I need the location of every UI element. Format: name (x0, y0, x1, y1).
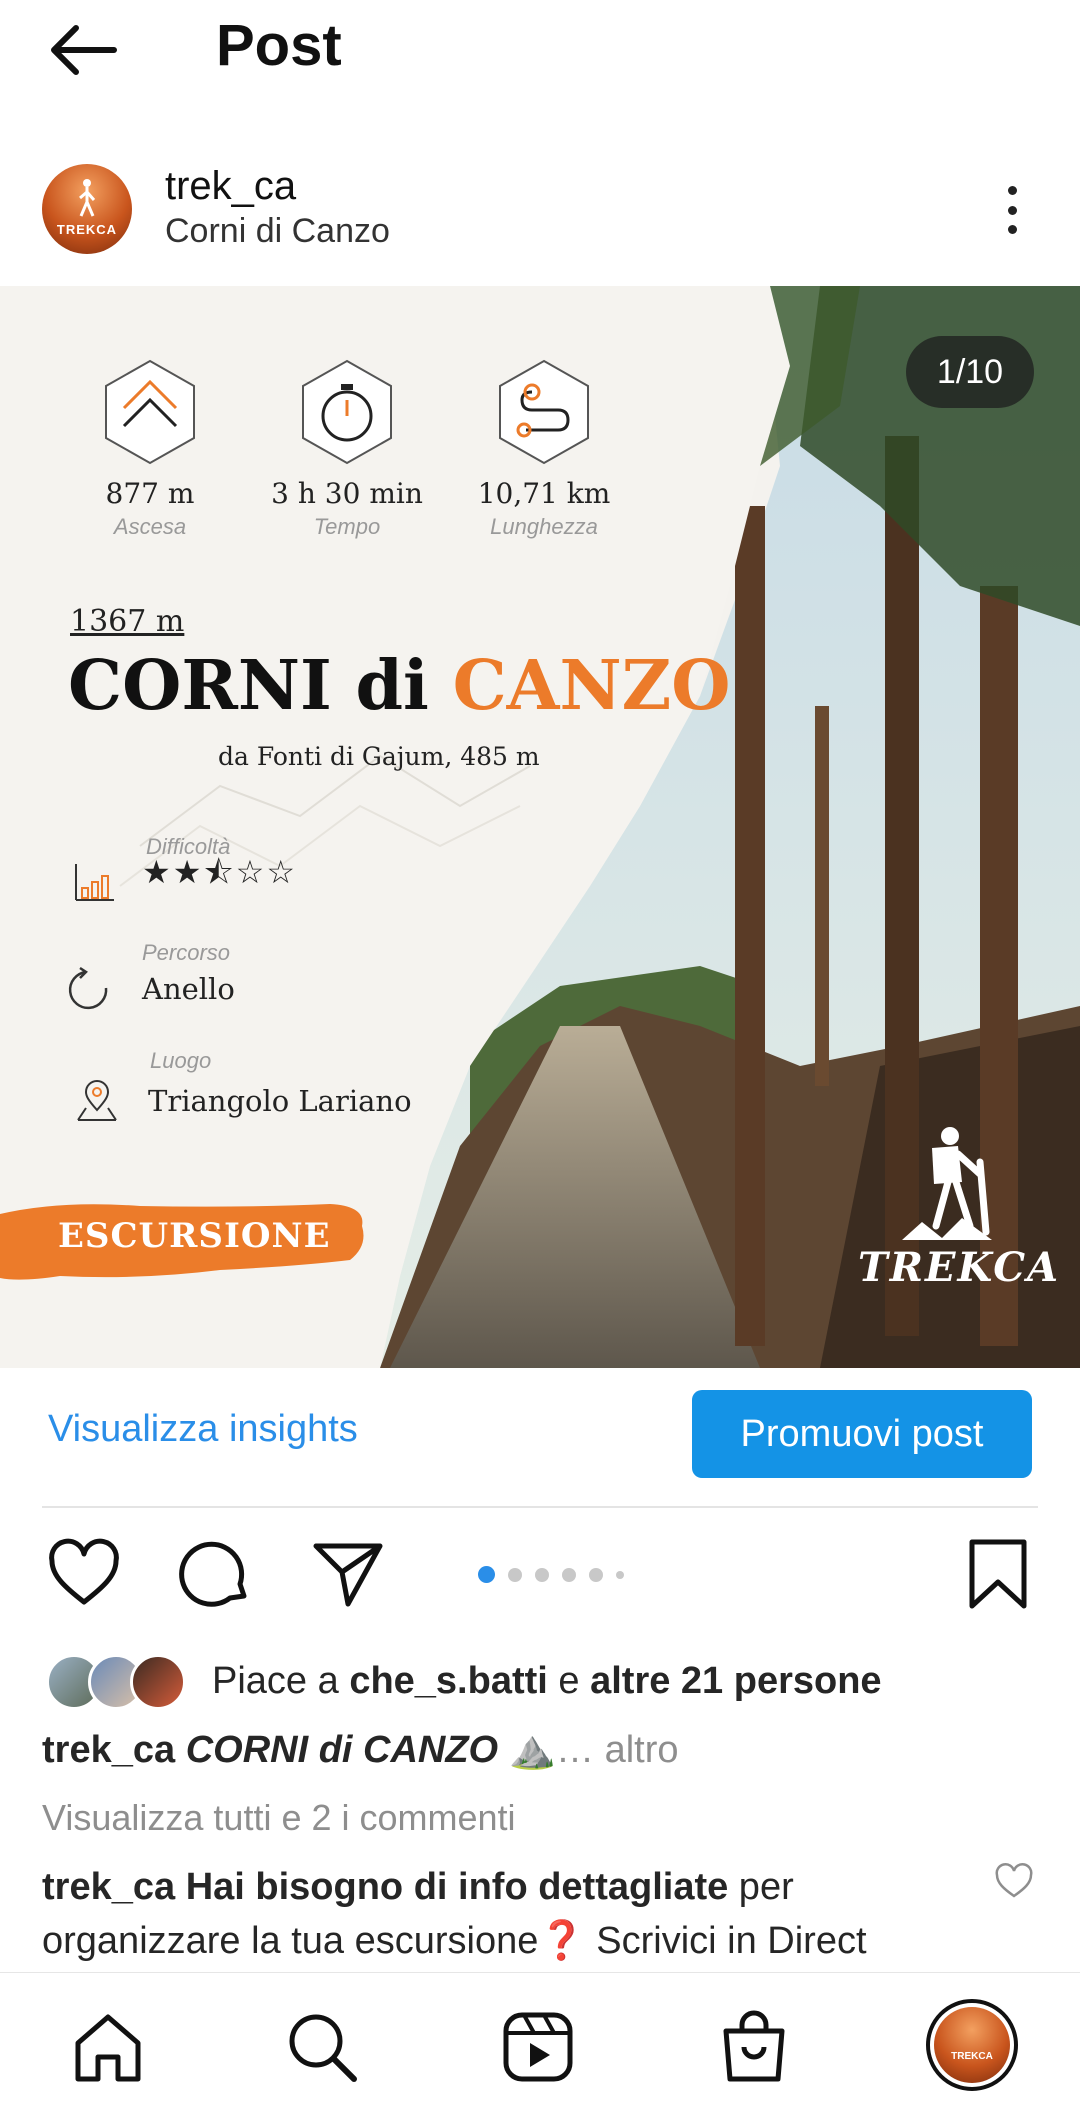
loop-icon (68, 966, 108, 1010)
bookmark-icon[interactable] (960, 1536, 1036, 1612)
likes-prefix: Piace a (212, 1660, 350, 1702)
bottom-navigation: TREKCA (0, 1972, 1080, 2124)
brand-watermark: TREKCA (858, 1244, 1061, 1291)
likes-others: altre 21 persone (590, 1660, 882, 1702)
stat-ascent: 877 m Ascesa (60, 358, 240, 540)
author-username[interactable]: trek_ca (165, 164, 296, 209)
profile-avatar-image: TREKCA (934, 2007, 1010, 2083)
carousel-indicator (478, 1566, 624, 1583)
comment-icon[interactable] (178, 1536, 254, 1612)
carousel-counter: 1/10 (906, 336, 1034, 408)
profile-tab-avatar[interactable]: TREKCA (926, 1999, 1018, 2091)
more-options-button[interactable] (990, 180, 1034, 240)
trail-title: CORNI di CANZO (68, 646, 730, 726)
post-author-row: TREKCA trek_ca Corni di Canzo (0, 150, 1080, 280)
reels-icon[interactable] (500, 2009, 576, 2085)
trail-start: da Fonti di Gajum, 485 m (218, 742, 540, 771)
carousel-dot (562, 1567, 576, 1582)
post-image[interactable]: 1/10 877 m Ascesa 3 h 30 min Tempo 10,71… (0, 286, 1080, 1368)
stat-ascent-value: 877 m (105, 477, 195, 510)
place-label: Luogo (150, 1048, 212, 1073)
chevron-up-icon (105, 359, 195, 465)
liker-username: che_s.batti (349, 1660, 548, 1702)
bar-chart-icon (75, 864, 114, 901)
search-icon[interactable] (284, 2009, 360, 2085)
dot-icon (1007, 186, 1017, 195)
carousel-dot (478, 1566, 495, 1583)
caption-emoji: ⛰️ (508, 1729, 557, 1771)
stat-length-value: 10,71 km (477, 477, 611, 510)
view-all-comments-link[interactable]: Visualizza tutti e 2 i commenti (42, 1797, 516, 1839)
divider (42, 1506, 1038, 1508)
author-avatar[interactable]: TREKCA (42, 164, 132, 254)
caption-text: CORNI di CANZO (185, 1729, 499, 1771)
route-label: Percorso (142, 940, 231, 965)
stat-ascent-label: Ascesa (113, 514, 187, 539)
view-insights-link[interactable]: Visualizza insights (48, 1408, 358, 1451)
carousel-dot (589, 1567, 603, 1582)
trail-title-accent: CANZO (452, 646, 731, 726)
map-pin-icon (77, 1080, 117, 1121)
carousel-dot (508, 1567, 522, 1582)
likes-summary[interactable]: Piace a che_s.batti e altre 21 persone (212, 1660, 882, 1703)
avatar-brand-text: TREKCA (56, 222, 118, 237)
post-caption[interactable]: trek_ca CORNI di CANZO ⛰️… altro (42, 1728, 679, 1772)
stat-length: 10,71 km Lunghezza (454, 358, 634, 540)
caption-more-link[interactable]: … altro (556, 1729, 678, 1771)
comment-username[interactable]: trek_ca (42, 1866, 175, 1908)
shop-icon[interactable] (716, 2009, 792, 2085)
liker-avatars[interactable] (46, 1654, 186, 1710)
route-icon (499, 359, 589, 465)
heart-icon[interactable] (46, 1536, 122, 1612)
comment: trek_ca Hai bisogno di info dettagliate … (42, 1860, 962, 1968)
likes-mid: e (547, 1660, 591, 1702)
avatar-brand-text: TREKCA (951, 2051, 993, 2062)
promote-post-button[interactable]: Promuovi post (692, 1390, 1032, 1478)
dot-icon (1007, 205, 1017, 215)
route-value: Anello (142, 972, 235, 1006)
stat-time: 3 h 30 min Tempo (257, 358, 437, 540)
home-icon[interactable] (70, 2009, 146, 2085)
stopwatch-icon (302, 359, 392, 465)
trail-title-main: CORNI di (68, 646, 453, 726)
difficulty-stars: ★★⯪☆☆ (142, 854, 298, 890)
carousel-dot (535, 1567, 549, 1582)
summit-altitude: 1367 m (70, 604, 185, 639)
carousel-dot (616, 1570, 624, 1579)
caption-username: trek_ca (42, 1729, 176, 1771)
post-location[interactable]: Corni di Canzo (165, 212, 390, 251)
send-icon[interactable] (310, 1536, 386, 1612)
heart-icon[interactable] (994, 1862, 1034, 1902)
arrow-left-icon (51, 25, 117, 75)
stat-time-value: 3 h 30 min (271, 477, 423, 510)
hiker-logo-icon (79, 179, 96, 217)
liker-avatar (130, 1654, 186, 1710)
dot-icon (1007, 225, 1017, 234)
back-button[interactable] (48, 20, 120, 80)
page-title: Post (216, 13, 342, 78)
top-bar: Post (0, 0, 1080, 100)
stat-length-label: Lunghezza (490, 514, 598, 539)
stat-time-label: Tempo (313, 514, 381, 539)
category-tag: ESCURSIONE (58, 1216, 331, 1256)
comment-bold-text: Hai bisogno di info dettagliate (185, 1866, 729, 1908)
place-value: Triangolo Lariano (148, 1084, 412, 1118)
